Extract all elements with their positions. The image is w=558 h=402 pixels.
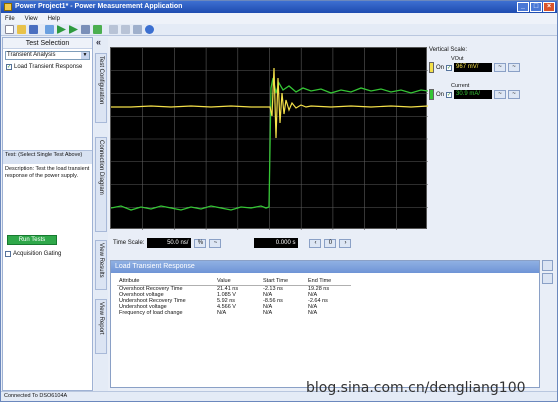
time-scale-label: Time Scale:	[113, 240, 145, 246]
vertical-scale-title: Vertical Scale:	[429, 47, 468, 53]
channel-row-current: On ✓ 30.9 mA/ ~ ~	[429, 89, 555, 100]
app-window: Power Project1* - Power Measurement Appl…	[0, 0, 558, 402]
save-icon[interactable]	[29, 25, 38, 34]
window-title: Power Project1* - Power Measurement Appl…	[15, 3, 183, 10]
results-pin-icon[interactable]	[542, 273, 553, 284]
analysis-select[interactable]: Transient Analysis ▼	[5, 51, 90, 60]
side-tabs: « Test Configuration Connection Diagram …	[94, 37, 108, 391]
menu-bar: File View Help	[1, 13, 557, 24]
tab-label: View Results	[98, 243, 104, 278]
tab-test-configuration[interactable]: Test Configuration	[95, 53, 107, 123]
results-side-controls	[542, 260, 555, 388]
table-header-row: Attribute Value Start Time End Time	[117, 277, 351, 286]
col-attribute[interactable]: Attribute	[117, 277, 215, 286]
results-panel: Load Transient Response Attribute Value …	[110, 260, 540, 388]
col-start-time[interactable]: Start Time	[261, 277, 306, 286]
open-icon[interactable]	[17, 25, 26, 34]
cell: Frequency of load change	[119, 309, 183, 316]
acquisition-gating[interactable]: Acquisition Gating	[5, 251, 61, 257]
help-icon[interactable]	[145, 25, 154, 34]
current-scale-up-icon[interactable]: ~	[508, 90, 521, 99]
wand-icon[interactable]	[133, 25, 142, 34]
tab-view-report[interactable]: View Report	[95, 299, 107, 354]
minimize-button[interactable]: _	[517, 2, 529, 12]
vout-scale-up-icon[interactable]: ~	[508, 63, 521, 72]
app-icon	[4, 3, 12, 11]
undo-icon[interactable]	[109, 25, 118, 34]
collapse-icon[interactable]: «	[96, 37, 101, 47]
vout-on-checkbox[interactable]: ✓	[446, 64, 453, 71]
results-restore-icon[interactable]	[542, 260, 553, 271]
redo-icon[interactable]	[121, 25, 130, 34]
run-icon[interactable]	[57, 25, 66, 34]
current-scale-value[interactable]: 30.9 mA/	[454, 90, 493, 99]
tab-connection-diagram[interactable]: Connection Diagram	[95, 137, 107, 232]
table-row[interactable]: Overshoot voltage 1.085 V N/A N/A	[117, 292, 351, 298]
waveform-svg	[110, 48, 429, 230]
checkbox-icon[interactable]	[5, 251, 11, 257]
test-description: Description: Test the load transient res…	[5, 166, 90, 179]
vout-scale-down-icon[interactable]: ~	[494, 63, 507, 72]
time-offset-right-icon[interactable]: ›	[339, 238, 352, 248]
current-on-label: On	[436, 91, 445, 98]
analysis-select-value: Transient Analysis	[7, 52, 56, 58]
checkbox-checked-icon[interactable]: ✓	[6, 63, 12, 70]
run-tests-button[interactable]: Run Tests	[7, 235, 57, 245]
report-icon[interactable]	[93, 25, 102, 34]
panel-title: Test Selection	[3, 38, 92, 49]
new-icon[interactable]	[5, 25, 14, 34]
cell: N/A	[217, 309, 227, 316]
window-controls: _ □ ×	[517, 2, 555, 12]
tab-view-results[interactable]: View Results	[95, 240, 107, 290]
tab-label: View Report	[98, 302, 104, 335]
list-icon[interactable]	[81, 25, 90, 34]
test-header: Test: (Select Single Test Above)	[3, 150, 92, 164]
menu-file[interactable]: File	[5, 16, 15, 22]
time-scale-wave-icon[interactable]: ~	[209, 238, 222, 248]
col-end-time[interactable]: End Time	[306, 277, 351, 286]
vout-on-label: On	[436, 64, 445, 71]
menu-help[interactable]: Help	[48, 16, 60, 22]
table-row[interactable]: Undershoot Recovery Time 5.92 ns -8.56 ns -…	[117, 298, 351, 304]
test-selection-panel: Test Selection Transient Analysis ▼ ✓ Lo…	[2, 37, 93, 391]
results-table: Attribute Value Start Time End Time Over…	[117, 277, 351, 316]
results-title: Load Transient Response	[111, 261, 539, 273]
time-scale-percent-icon[interactable]: %	[194, 238, 207, 248]
table-row[interactable]: Undershoot voltage 4.566 V N/A N/A	[117, 304, 351, 310]
table-row[interactable]: Overshoot Recovery Time 21.41 ns -2.13 ns 1…	[117, 285, 351, 292]
time-scale-value[interactable]: 50.0 ns/	[147, 238, 192, 248]
vout-scale-value[interactable]: 967 mV/	[454, 63, 493, 72]
vertical-scale-panel: Vertical Scale: VOut On ✓ 967 mV/ ~ ~ Cu…	[429, 47, 555, 137]
col-value[interactable]: Value	[215, 277, 261, 286]
cell: N/A	[308, 309, 318, 316]
next-icon[interactable]	[69, 25, 78, 34]
tab-label: Test Configuration	[98, 56, 104, 105]
vout-color-swatch	[429, 62, 434, 73]
current-scale-down-icon[interactable]: ~	[494, 90, 507, 99]
connect-icon[interactable]	[45, 25, 54, 34]
chevron-down-icon[interactable]: ▼	[81, 52, 89, 59]
test-item[interactable]: ✓ Load Transient Response	[3, 62, 92, 71]
menu-view[interactable]: View	[25, 16, 38, 22]
time-controls: Time Scale: 50.0 ns/ % ~ 0.000 s ‹ 0 ›	[113, 237, 429, 249]
acquisition-gating-label: Acquisition Gating	[13, 251, 62, 257]
title-bar[interactable]: Power Project1* - Power Measurement Appl…	[1, 1, 557, 13]
time-offset-value[interactable]: 0.000 s	[254, 238, 299, 248]
maximize-button[interactable]: □	[530, 2, 542, 12]
watermark: blog.sina.com.cn/dengliang100	[306, 380, 526, 396]
cell: N/A	[263, 309, 273, 316]
current-color-swatch	[429, 89, 434, 100]
time-offset-center[interactable]: 0	[324, 238, 337, 248]
tab-label: Connection Diagram	[98, 140, 104, 195]
scope-display[interactable]	[110, 47, 429, 230]
time-offset-left-icon[interactable]: ‹	[309, 238, 322, 248]
test-item-label: Load Transient Response	[14, 63, 83, 70]
toolbar	[1, 24, 557, 36]
table-row[interactable]: Frequency of load change N/A N/A N/A	[117, 310, 351, 316]
current-on-checkbox[interactable]: ✓	[446, 91, 453, 98]
channel-row-vout: On ✓ 967 mV/ ~ ~	[429, 62, 555, 73]
close-button[interactable]: ×	[543, 2, 555, 12]
